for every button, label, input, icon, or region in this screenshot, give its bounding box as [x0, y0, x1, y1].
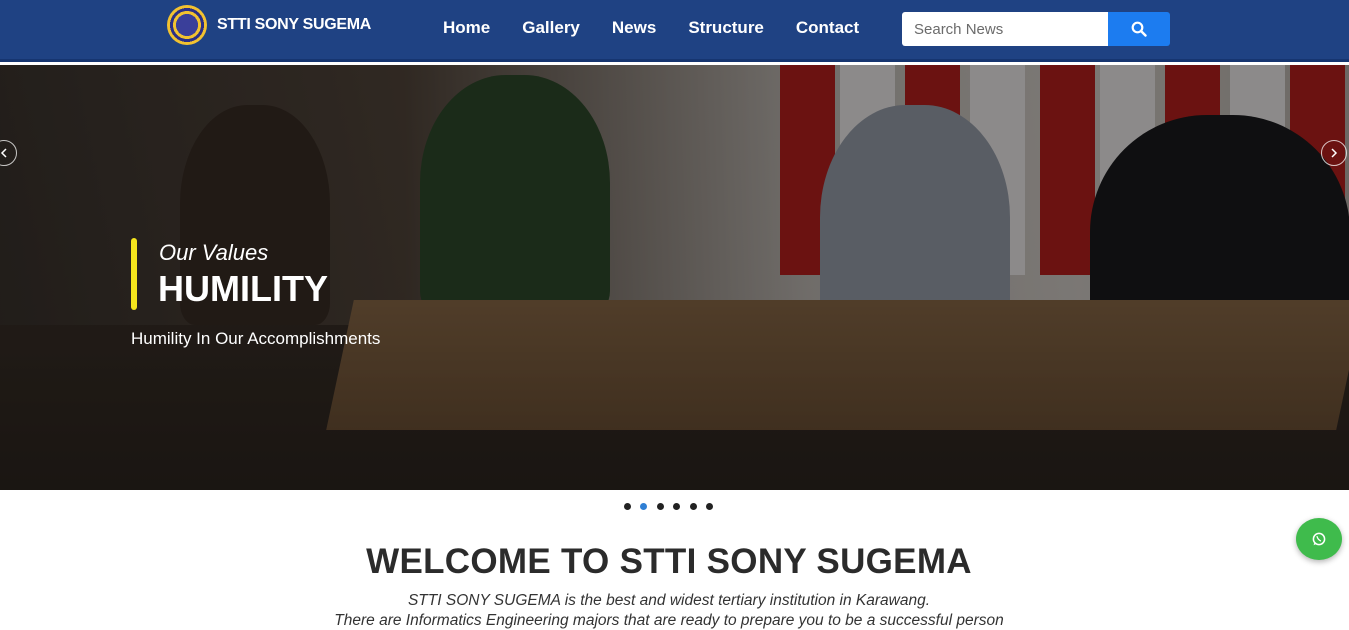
nav-structure[interactable]: Structure [688, 18, 764, 38]
carousel-next-button[interactable] [1321, 140, 1347, 166]
hero-description: Humility In Our Accomplishments [131, 329, 381, 348]
nav-gallery[interactable]: Gallery [522, 18, 580, 38]
carousel-dot[interactable] [689, 503, 697, 510]
carousel-dot-active[interactable] [640, 503, 648, 510]
chevron-right-icon [1331, 148, 1338, 158]
nav-news[interactable]: News [612, 18, 656, 38]
caption-accent-bar [131, 238, 137, 310]
whatsapp-button[interactable] [1296, 518, 1342, 560]
welcome-line-1: STTI SONY SUGEMA is the best and widest … [407, 592, 931, 609]
search-input[interactable] [902, 12, 1108, 46]
hero-carousel: Our Values HUMILITY Humility In Our Acco… [0, 65, 1349, 490]
main-nav: Home Gallery News Structure Contact [443, 18, 891, 38]
hero-title: HUMILITY [158, 268, 328, 309]
welcome-line-2: There are Informatics Engineering majors… [334, 612, 1004, 629]
carousel-dot[interactable] [656, 503, 664, 510]
nav-home[interactable]: Home [443, 18, 490, 38]
search-form [902, 12, 1170, 46]
logo-icon [167, 5, 207, 45]
hero-subtitle: Our Values [159, 240, 269, 265]
search-icon [1131, 21, 1147, 37]
brand[interactable]: STTI SONY SUGEMA [167, 5, 371, 45]
search-button[interactable] [1108, 12, 1170, 46]
welcome-title: WELCOME TO STTI SONY SUGEMA [366, 542, 972, 581]
nav-contact[interactable]: Contact [796, 18, 859, 38]
carousel-dot[interactable] [673, 503, 681, 510]
brand-name: STTI SONY SUGEMA [217, 16, 372, 33]
chevron-left-icon [0, 148, 7, 158]
carousel-dot[interactable] [624, 503, 631, 510]
navbar: STTI SONY SUGEMA Home Gallery News Struc… [0, 0, 1349, 62]
carousel-indicators [624, 503, 722, 510]
whatsapp-icon [1312, 532, 1326, 546]
carousel-dot[interactable] [705, 503, 713, 510]
